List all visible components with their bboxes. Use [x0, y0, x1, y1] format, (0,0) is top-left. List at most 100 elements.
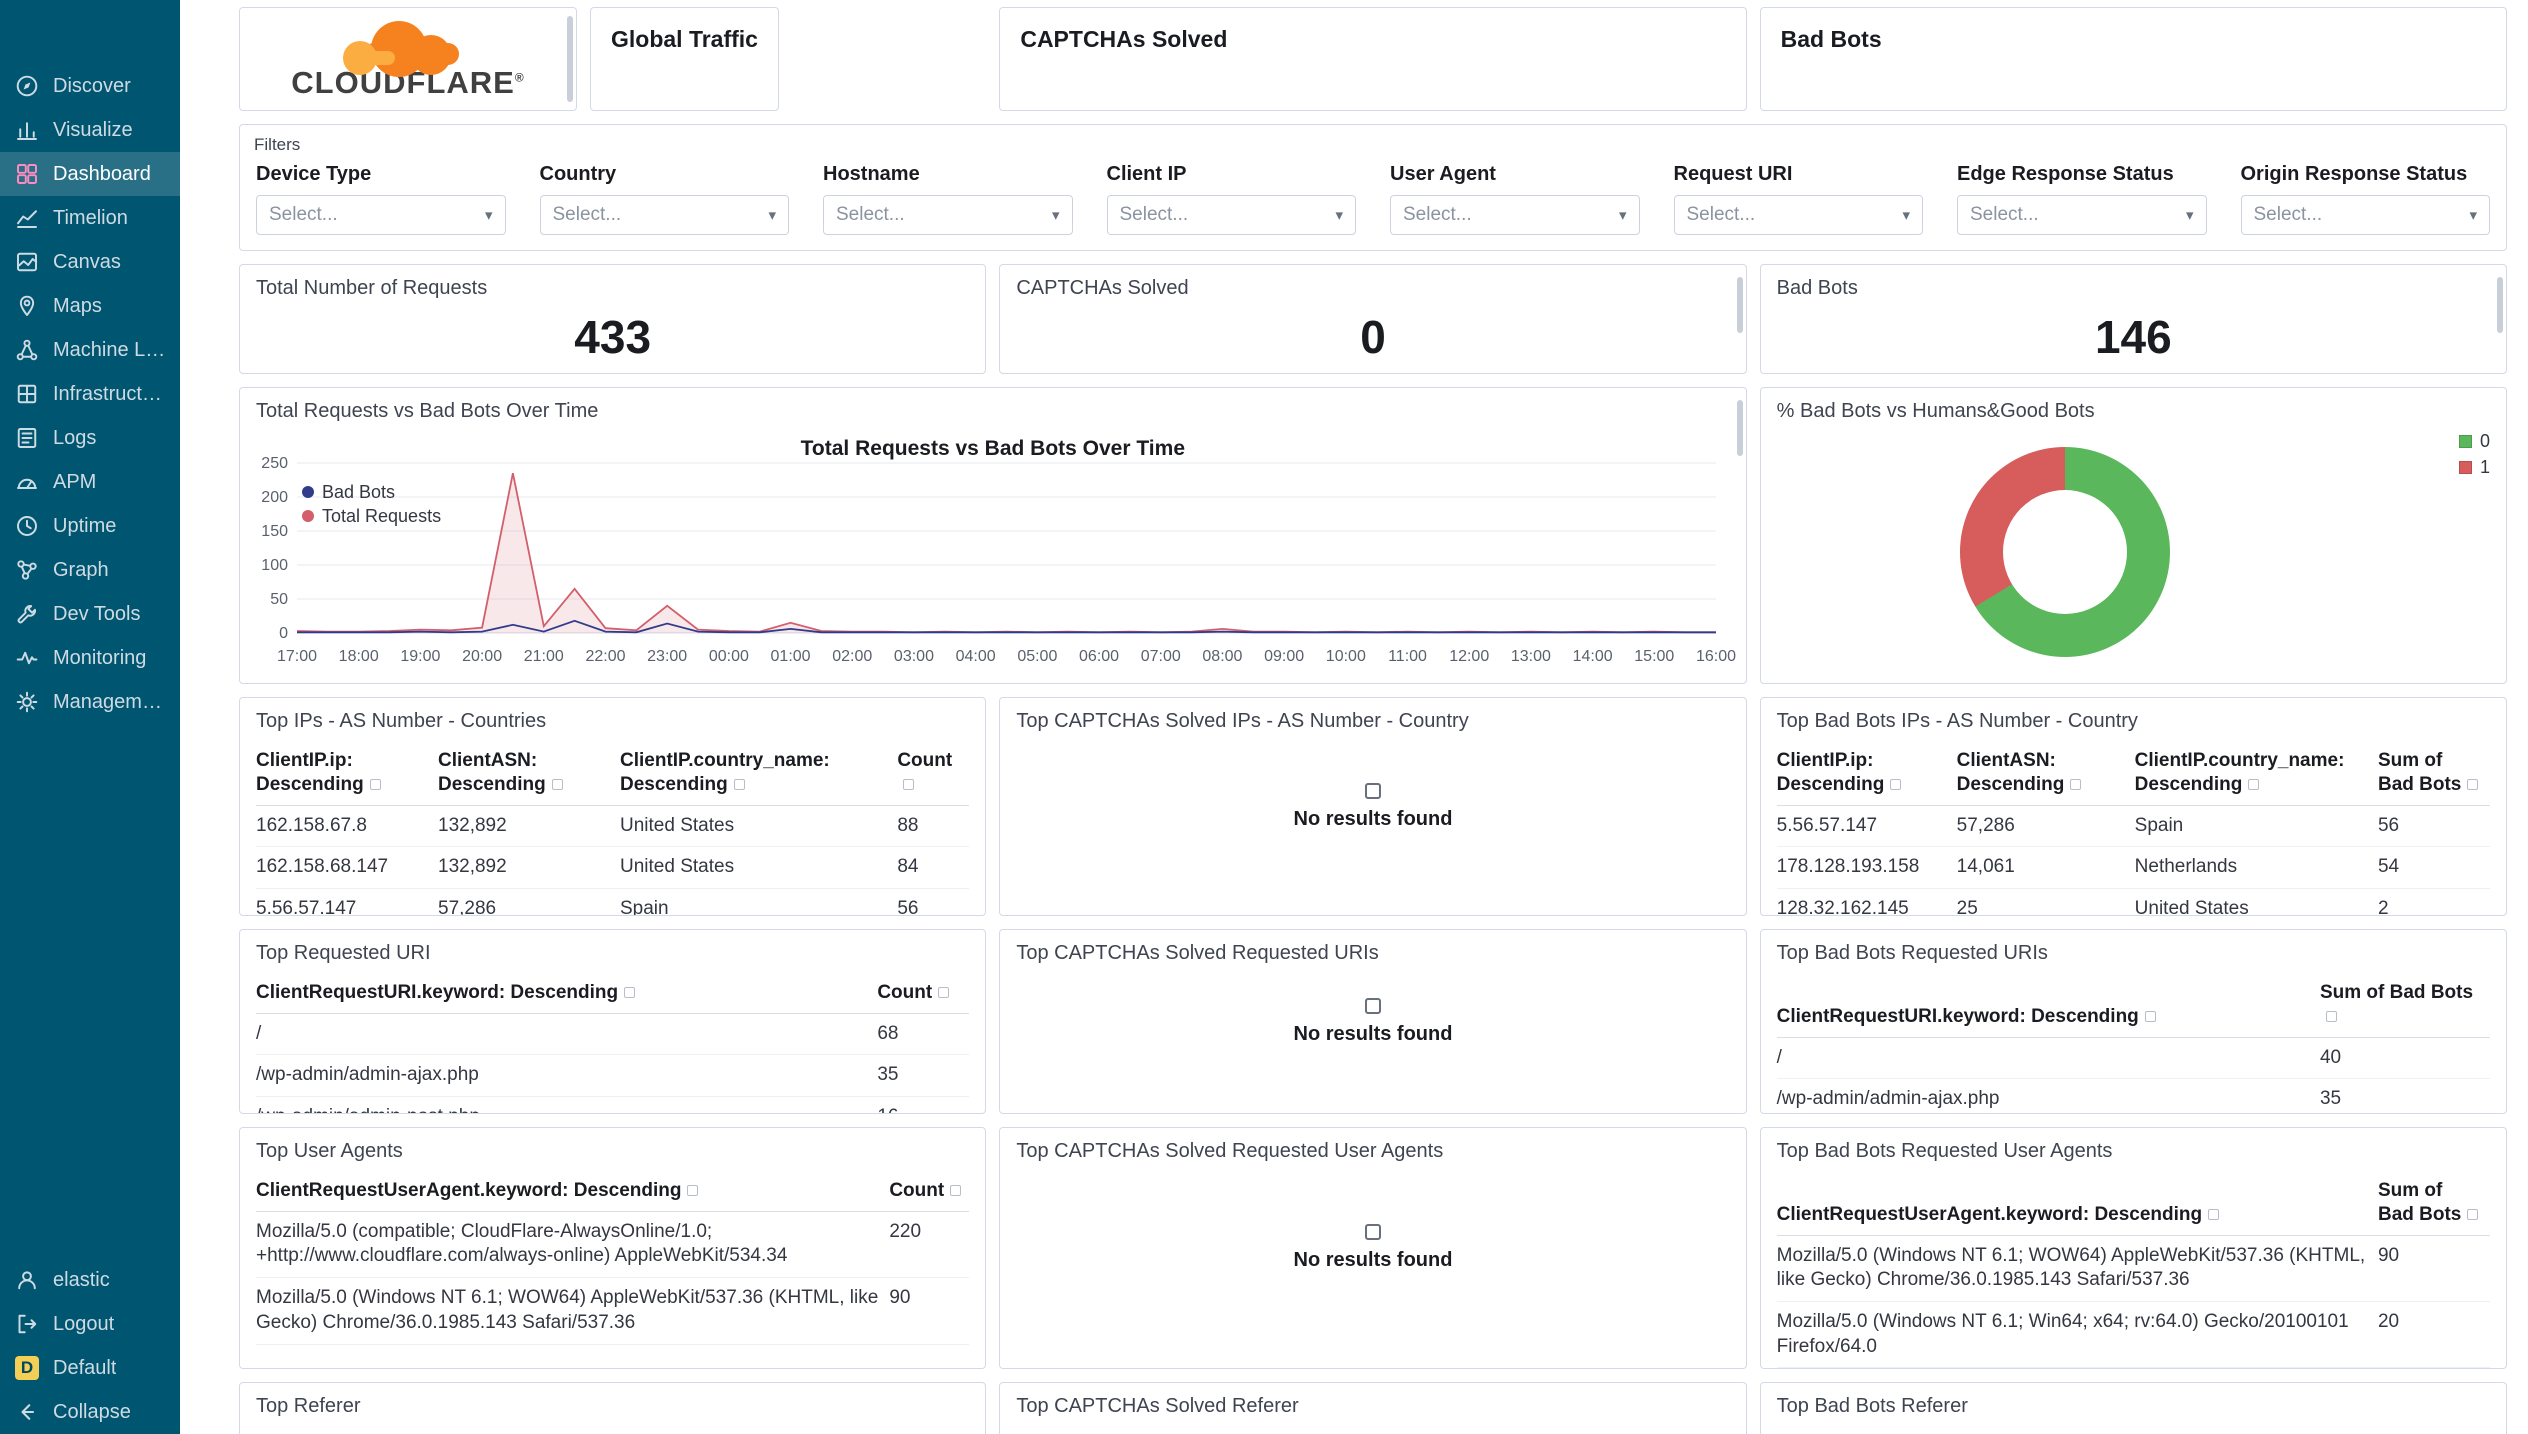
sort-icon[interactable]: [1890, 778, 1902, 790]
column-header[interactable]: Sum of Bad Bots: [2377, 1167, 2490, 1236]
graph-icon: [14, 557, 40, 583]
sidebar-item-dev-tools[interactable]: Dev Tools: [0, 592, 180, 636]
origin-response-status-select[interactable]: Select... ▾: [2240, 195, 2490, 235]
column-header[interactable]: Count: [889, 1167, 970, 1212]
panel-scrollbar[interactable]: [1736, 277, 1743, 333]
sidebar-item-maps[interactable]: Maps: [0, 284, 180, 328]
sort-icon[interactable]: [2144, 1010, 2156, 1022]
sort-icon[interactable]: [938, 987, 950, 998]
sidebar-item-timelion[interactable]: Timelion: [0, 196, 180, 240]
discover-icon: [14, 73, 40, 99]
panel-scrollbar[interactable]: [567, 16, 573, 102]
column-header[interactable]: ClientIP.ip: Descending: [1776, 737, 1957, 806]
sidebar-item-graph[interactable]: Graph: [0, 548, 180, 592]
sort-icon[interactable]: [551, 778, 563, 790]
legend-label: 0: [2479, 430, 2490, 451]
panel-total-requests-metric: Total Number of Requests 433: [239, 264, 987, 374]
hostname-select[interactable]: Select... ▾: [823, 195, 1073, 235]
chevron-down-icon: ▾: [1051, 207, 1060, 224]
sort-icon[interactable]: [2325, 1010, 2337, 1022]
sort-icon[interactable]: [369, 778, 381, 790]
legend-item-total-requests[interactable]: Total Requests: [302, 504, 441, 528]
sidebar-item-visualize[interactable]: Visualize: [0, 108, 180, 152]
column-header[interactable]: ClientIP.country_name: Descending: [2134, 737, 2378, 806]
user-agent-select[interactable]: Select... ▾: [1390, 195, 1640, 235]
request-uri-select[interactable]: Select... ▾: [1673, 195, 1923, 235]
panel-title: Bad Bots: [1776, 277, 1858, 299]
column-header[interactable]: Count: [897, 737, 970, 806]
sidebar-item-default-space[interactable]: D Default: [0, 1346, 180, 1390]
client-ip-select[interactable]: Select... ▾: [1106, 195, 1356, 235]
legend-item-bad-bots[interactable]: Bad Bots: [302, 480, 441, 504]
column-header[interactable]: ClientIP.ip: Descending: [256, 737, 438, 806]
column-header[interactable]: Count: [877, 969, 970, 1014]
sidebar-item-canvas[interactable]: Canvas: [0, 240, 180, 284]
sort-icon[interactable]: [950, 1185, 962, 1196]
dev-tools-icon: [14, 601, 40, 627]
column-header[interactable]: Sum of Bad Bots: [2319, 969, 2490, 1038]
column-header[interactable]: ClientRequestUserAgent.keyword: Descendi…: [1776, 1167, 2378, 1236]
sort-icon[interactable]: [2208, 1208, 2220, 1220]
sidebar-item-elastic-user[interactable]: elastic: [0, 1258, 180, 1302]
column-header[interactable]: ClientASN: Descending: [438, 737, 620, 806]
sort-icon[interactable]: [2070, 778, 2082, 790]
sidebar-item-label: Uptime: [53, 514, 117, 537]
sidebar-item-logs[interactable]: Logs: [0, 416, 180, 460]
sort-icon[interactable]: [2467, 1208, 2479, 1220]
sidebar-item-apm[interactable]: APM: [0, 460, 180, 504]
column-header[interactable]: Sum of Bad Bots: [2377, 737, 2490, 806]
sidebar-item-infrastructure[interactable]: Infrastructure: [0, 372, 180, 416]
no-results-icon: [1364, 782, 1381, 799]
svg-text:12:00: 12:00: [1449, 648, 1489, 665]
top-uri-table: ClientRequestURI.keyword: Descending Cou…: [256, 969, 970, 1113]
referer-table-header: Count: [256, 1426, 969, 1434]
table-row: 162.158.68.147 132,892 United States 84: [256, 846, 970, 889]
sidebar-item-management[interactable]: Management: [0, 680, 180, 724]
sort-icon[interactable]: [903, 778, 915, 790]
sidebar-item-logout[interactable]: Logout: [0, 1302, 180, 1346]
column-header[interactable]: ClientRequestURI.keyword: Descending: [256, 969, 878, 1014]
table-row: /wp-admin/admin-ajax.php 35: [256, 1054, 970, 1098]
sort-icon[interactable]: [2248, 778, 2260, 790]
legend-color-dot: [302, 510, 314, 522]
sort-icon[interactable]: [624, 987, 636, 998]
sidebar-item-monitoring[interactable]: Monitoring: [0, 636, 180, 680]
table-row: /wp-admin/admin-post.php16: [256, 1096, 970, 1113]
svg-text:50: 50: [270, 591, 288, 608]
sidebar-item-uptime[interactable]: Uptime: [0, 504, 180, 548]
sidebar: Discover Visualize Dashboard Timelion Ca…: [0, 0, 180, 1434]
column-header[interactable]: ClientIP.country_name: Descending: [620, 737, 898, 806]
table-row: 128.32.162.145 25 United States 2: [1776, 888, 2490, 915]
panel-scrollbar[interactable]: [1736, 400, 1743, 456]
sidebar-item-machine-learning[interactable]: Machine Le…: [0, 328, 180, 372]
column-header[interactable]: ClientASN: Descending: [1956, 737, 2135, 806]
legend-item-0[interactable]: 0: [2458, 428, 2490, 454]
filter-request-uri: Request URI Select... ▾: [1673, 163, 1923, 235]
chevron-down-icon: ▾: [1902, 207, 1910, 224]
sidebar-item-label: APM: [53, 470, 97, 493]
edge-response-status-select[interactable]: Select... ▾: [1957, 195, 2207, 235]
sidebar-item-discover[interactable]: Discover: [0, 64, 180, 108]
sort-icon[interactable]: [687, 1185, 699, 1196]
chart-legend: Bad Bots Total Requests: [302, 480, 441, 528]
panel-scrollbar[interactable]: [2496, 277, 2503, 333]
table-row: Mozilla/5.0 (Windows NT 6.1; WOW64) Appl…: [1776, 1235, 2490, 1302]
sort-icon[interactable]: [733, 778, 745, 790]
filter-device-type: Device Type Select... ▾: [256, 163, 506, 235]
country-select[interactable]: Select... ▾: [539, 195, 789, 235]
sidebar-item-collapse[interactable]: Collapse: [0, 1390, 180, 1434]
panel-title: Top Bad Bots IPs - AS Number - Country: [1776, 710, 2138, 732]
legend-item-1[interactable]: 1: [2458, 454, 2490, 480]
sidebar-item-dashboard[interactable]: Dashboard: [0, 152, 180, 196]
column-header[interactable]: ClientRequestURI.keyword: Descending: [1776, 969, 2320, 1038]
legend-color-chip: [2458, 460, 2472, 474]
panel-captchas-heading: CAPTCHAs Solved: [999, 7, 1747, 111]
no-results: No results found: [1000, 1128, 1745, 1368]
column-header[interactable]: ClientRequestUserAgent.keyword: Descendi…: [256, 1167, 890, 1212]
captchas-solved-value: 0: [1360, 310, 1386, 363]
filter-label: Edge Response Status: [1957, 163, 2174, 185]
traffic-line-chart: 0 50 100 150 200 250 17:00 18:00 19:00 20:00 21:00…: [261, 455, 1736, 665]
top-user-agents-table: ClientRequestUserAgent.keyword: Descendi…: [256, 1167, 970, 1345]
sort-icon[interactable]: [2467, 778, 2479, 790]
device-type-select[interactable]: Select... ▾: [256, 195, 506, 235]
